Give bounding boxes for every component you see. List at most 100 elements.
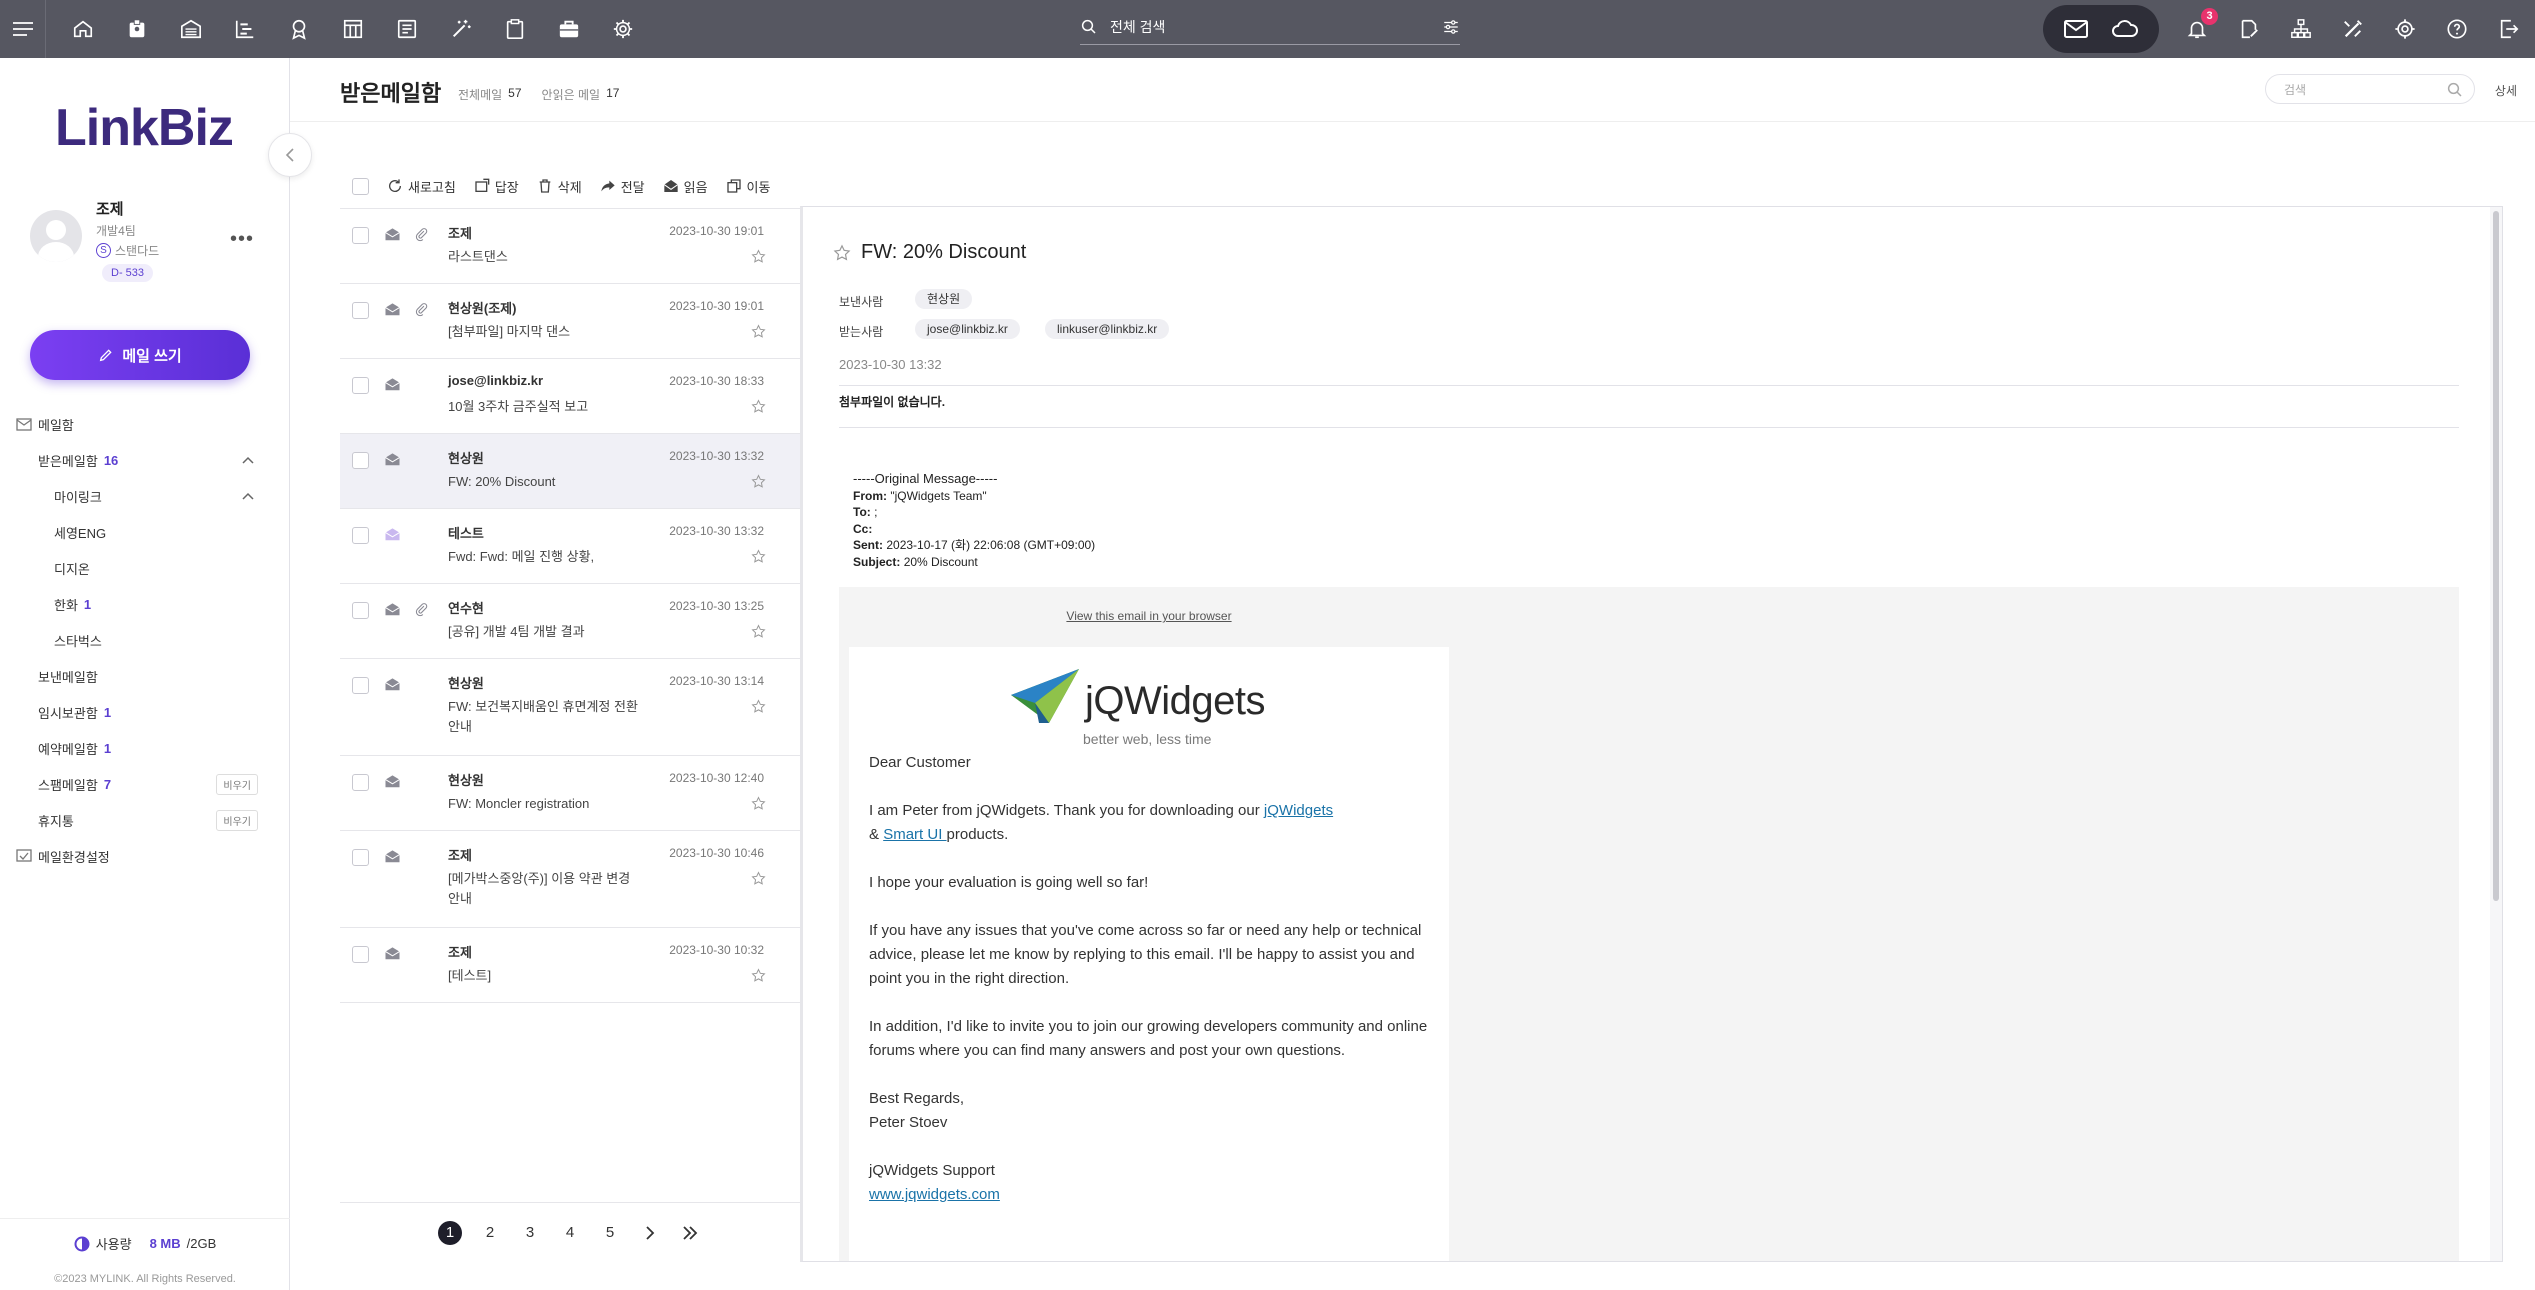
mail-list-item[interactable]: jose@linkbiz.kr 2023-10-30 18:33 10월 3주차 금… xyxy=(340,359,800,434)
tools-icon[interactable] xyxy=(2338,14,2368,44)
mailbox-header[interactable]: 메일함 xyxy=(0,406,290,442)
cloud-icon[interactable] xyxy=(2111,18,2139,40)
mail-checkbox[interactable] xyxy=(352,774,369,791)
sidebar-folder[interactable]: 디지온 xyxy=(0,550,290,586)
mail-checkbox[interactable] xyxy=(352,849,369,866)
sidebar-collapse-button[interactable] xyxy=(268,133,312,177)
logout-icon[interactable] xyxy=(2494,14,2524,44)
page-number-button[interactable]: 3 xyxy=(518,1221,542,1245)
award-icon[interactable] xyxy=(284,14,314,44)
mail-checkbox[interactable] xyxy=(352,677,369,694)
recipient-chip[interactable]: jose@linkbiz.kr xyxy=(915,319,1020,339)
empty-folder-button[interactable]: 비우기 xyxy=(216,773,258,795)
org-chart-icon[interactable] xyxy=(2286,14,2316,44)
mail-list-item[interactable]: 조제 2023-10-30 19:01 라스트댄스 xyxy=(340,209,800,284)
recipient-chip[interactable]: linkuser@linkbiz.kr xyxy=(1045,319,1170,339)
global-search-input[interactable]: 전체 검색 xyxy=(1080,10,1460,45)
sidebar-folder[interactable]: 임시보관함 1 xyxy=(0,694,290,730)
mail-checkbox[interactable] xyxy=(352,946,369,963)
detail-search-button[interactable]: 상세 xyxy=(2495,82,2517,99)
settings-gear-icon[interactable] xyxy=(2390,14,2420,44)
page-number-button[interactable]: 4 xyxy=(558,1221,582,1245)
sidebar-folder[interactable]: 휴지통 비우기 xyxy=(0,802,290,838)
linkbiz-logo[interactable]: LinkBiz xyxy=(55,98,234,158)
page-number-button[interactable]: 1 xyxy=(438,1220,462,1245)
magic-wand-icon[interactable] xyxy=(446,14,476,44)
home-icon[interactable] xyxy=(68,14,98,44)
sidebar-folder[interactable]: 세영ENG xyxy=(0,514,290,550)
mail-search-input[interactable]: 검색 xyxy=(2265,74,2475,104)
sidebar-folder[interactable]: 마이링크 xyxy=(0,478,290,514)
mark-read-button[interactable]: 읽음 xyxy=(663,177,708,196)
sidebar-folder[interactable]: 스팸메일함 7 비우기 xyxy=(0,766,290,802)
delete-button[interactable]: 삭제 xyxy=(537,177,582,196)
mail-list-item[interactable]: 연수현 2023-10-30 13:25 [공유] 개발 4팀 개발 결과 xyxy=(340,584,800,659)
forward-button[interactable]: 전달 xyxy=(600,177,645,196)
clipboard-icon[interactable] xyxy=(500,14,530,44)
search-icon[interactable] xyxy=(2446,81,2464,99)
sidebar-folder[interactable]: 예약메일함 1 xyxy=(0,730,290,766)
briefcase-icon[interactable] xyxy=(554,14,584,44)
filter-sliders-icon[interactable] xyxy=(1442,18,1460,36)
mail-list-item[interactable]: 현상원 2023-10-30 13:32 FW: 20% Discount xyxy=(340,434,800,509)
sidebar-folder[interactable]: 받은메일함 16 xyxy=(0,442,290,478)
view-in-browser-link[interactable]: View this email in your browser xyxy=(839,609,1459,623)
mail-checkbox[interactable] xyxy=(352,602,369,619)
star-icon[interactable] xyxy=(751,624,766,639)
star-icon[interactable] xyxy=(751,871,766,886)
star-icon[interactable] xyxy=(751,249,766,264)
smart-ui-link[interactable]: Smart UI xyxy=(883,826,946,843)
help-icon[interactable] xyxy=(2442,14,2472,44)
star-icon[interactable] xyxy=(751,474,766,489)
star-icon[interactable] xyxy=(833,243,851,262)
page-number-button[interactable]: 2 xyxy=(478,1221,502,1245)
star-icon[interactable] xyxy=(751,699,766,714)
sender-chip[interactable]: 현상원 xyxy=(915,289,973,309)
mail-checkbox[interactable] xyxy=(352,227,369,244)
gantt-icon[interactable] xyxy=(230,14,260,44)
sidebar-folder[interactable]: 한화 1 xyxy=(0,586,290,622)
table-icon[interactable] xyxy=(338,14,368,44)
last-page-button[interactable] xyxy=(678,1221,702,1245)
reply-button[interactable]: 답장 xyxy=(474,177,519,196)
mail-list-item[interactable]: 현상원 2023-10-30 13:14 FW: 보건복지배움인 휴면계정 전환 안… xyxy=(340,659,800,756)
mail-list-item[interactable]: 조제 2023-10-30 10:32 [테스트] xyxy=(340,928,800,1003)
chevron-up-icon[interactable] xyxy=(242,492,254,500)
star-icon[interactable] xyxy=(751,324,766,339)
mail-list-item[interactable]: 테스트 2023-10-30 13:32 Fwd: Fwd: 메일 진행 상황, xyxy=(340,509,800,584)
hamburger-menu-icon[interactable] xyxy=(0,0,46,58)
sidebar-folder[interactable]: 보낸메일함 xyxy=(0,658,290,694)
page-number-button[interactable]: 5 xyxy=(598,1221,622,1245)
move-button[interactable]: 이동 xyxy=(726,177,770,196)
document-list-icon[interactable] xyxy=(392,14,422,44)
select-all-checkbox[interactable] xyxy=(352,177,369,195)
mail-checkbox[interactable] xyxy=(352,377,369,394)
star-icon[interactable] xyxy=(751,968,766,983)
mail-list-item[interactable]: 조제 2023-10-30 10:46 [메가박스중앙(주)] 이용 약관 변경 안… xyxy=(340,831,800,928)
warehouse-icon[interactable] xyxy=(176,14,206,44)
mail-checkbox[interactable] xyxy=(352,452,369,469)
website-link[interactable]: www.jqwidgets.com xyxy=(869,1186,1000,1203)
id-badge-icon[interactable] xyxy=(122,14,152,44)
mail-checkbox[interactable] xyxy=(352,527,369,544)
refresh-button[interactable]: 새로고침 xyxy=(387,177,456,196)
star-icon[interactable] xyxy=(751,549,766,564)
jqwidgets-link[interactable]: jQWidgets xyxy=(1264,802,1333,819)
mail-list-item[interactable]: 현상원(조제) 2023-10-30 19:01 [첨부파일] 마지막 댄스 xyxy=(340,284,800,359)
mail-icon[interactable] xyxy=(2063,18,2089,40)
mail-checkbox[interactable] xyxy=(352,302,369,319)
compose-mail-button[interactable]: 메일 쓰기 xyxy=(30,330,250,380)
star-icon[interactable] xyxy=(751,399,766,414)
star-icon[interactable] xyxy=(751,796,766,811)
chevron-up-icon[interactable] xyxy=(242,456,254,464)
mail-settings-link[interactable]: 메일환경설정 xyxy=(0,838,290,874)
next-page-button[interactable] xyxy=(638,1221,662,1245)
empty-folder-button[interactable]: 비우기 xyxy=(216,809,258,831)
sidebar-folder[interactable]: 스타벅스 xyxy=(0,622,290,658)
reading-pane-scrollbar[interactable] xyxy=(2490,207,2502,1261)
mail-list-item[interactable]: 현상원 2023-10-30 12:40 FW: Moncler registrat… xyxy=(340,756,800,831)
approval-doc-icon[interactable] xyxy=(2234,14,2264,44)
more-options-icon[interactable]: ••• xyxy=(230,228,254,251)
notification-bell-icon[interactable]: 3 xyxy=(2182,8,2218,44)
gear-icon[interactable] xyxy=(608,14,638,44)
